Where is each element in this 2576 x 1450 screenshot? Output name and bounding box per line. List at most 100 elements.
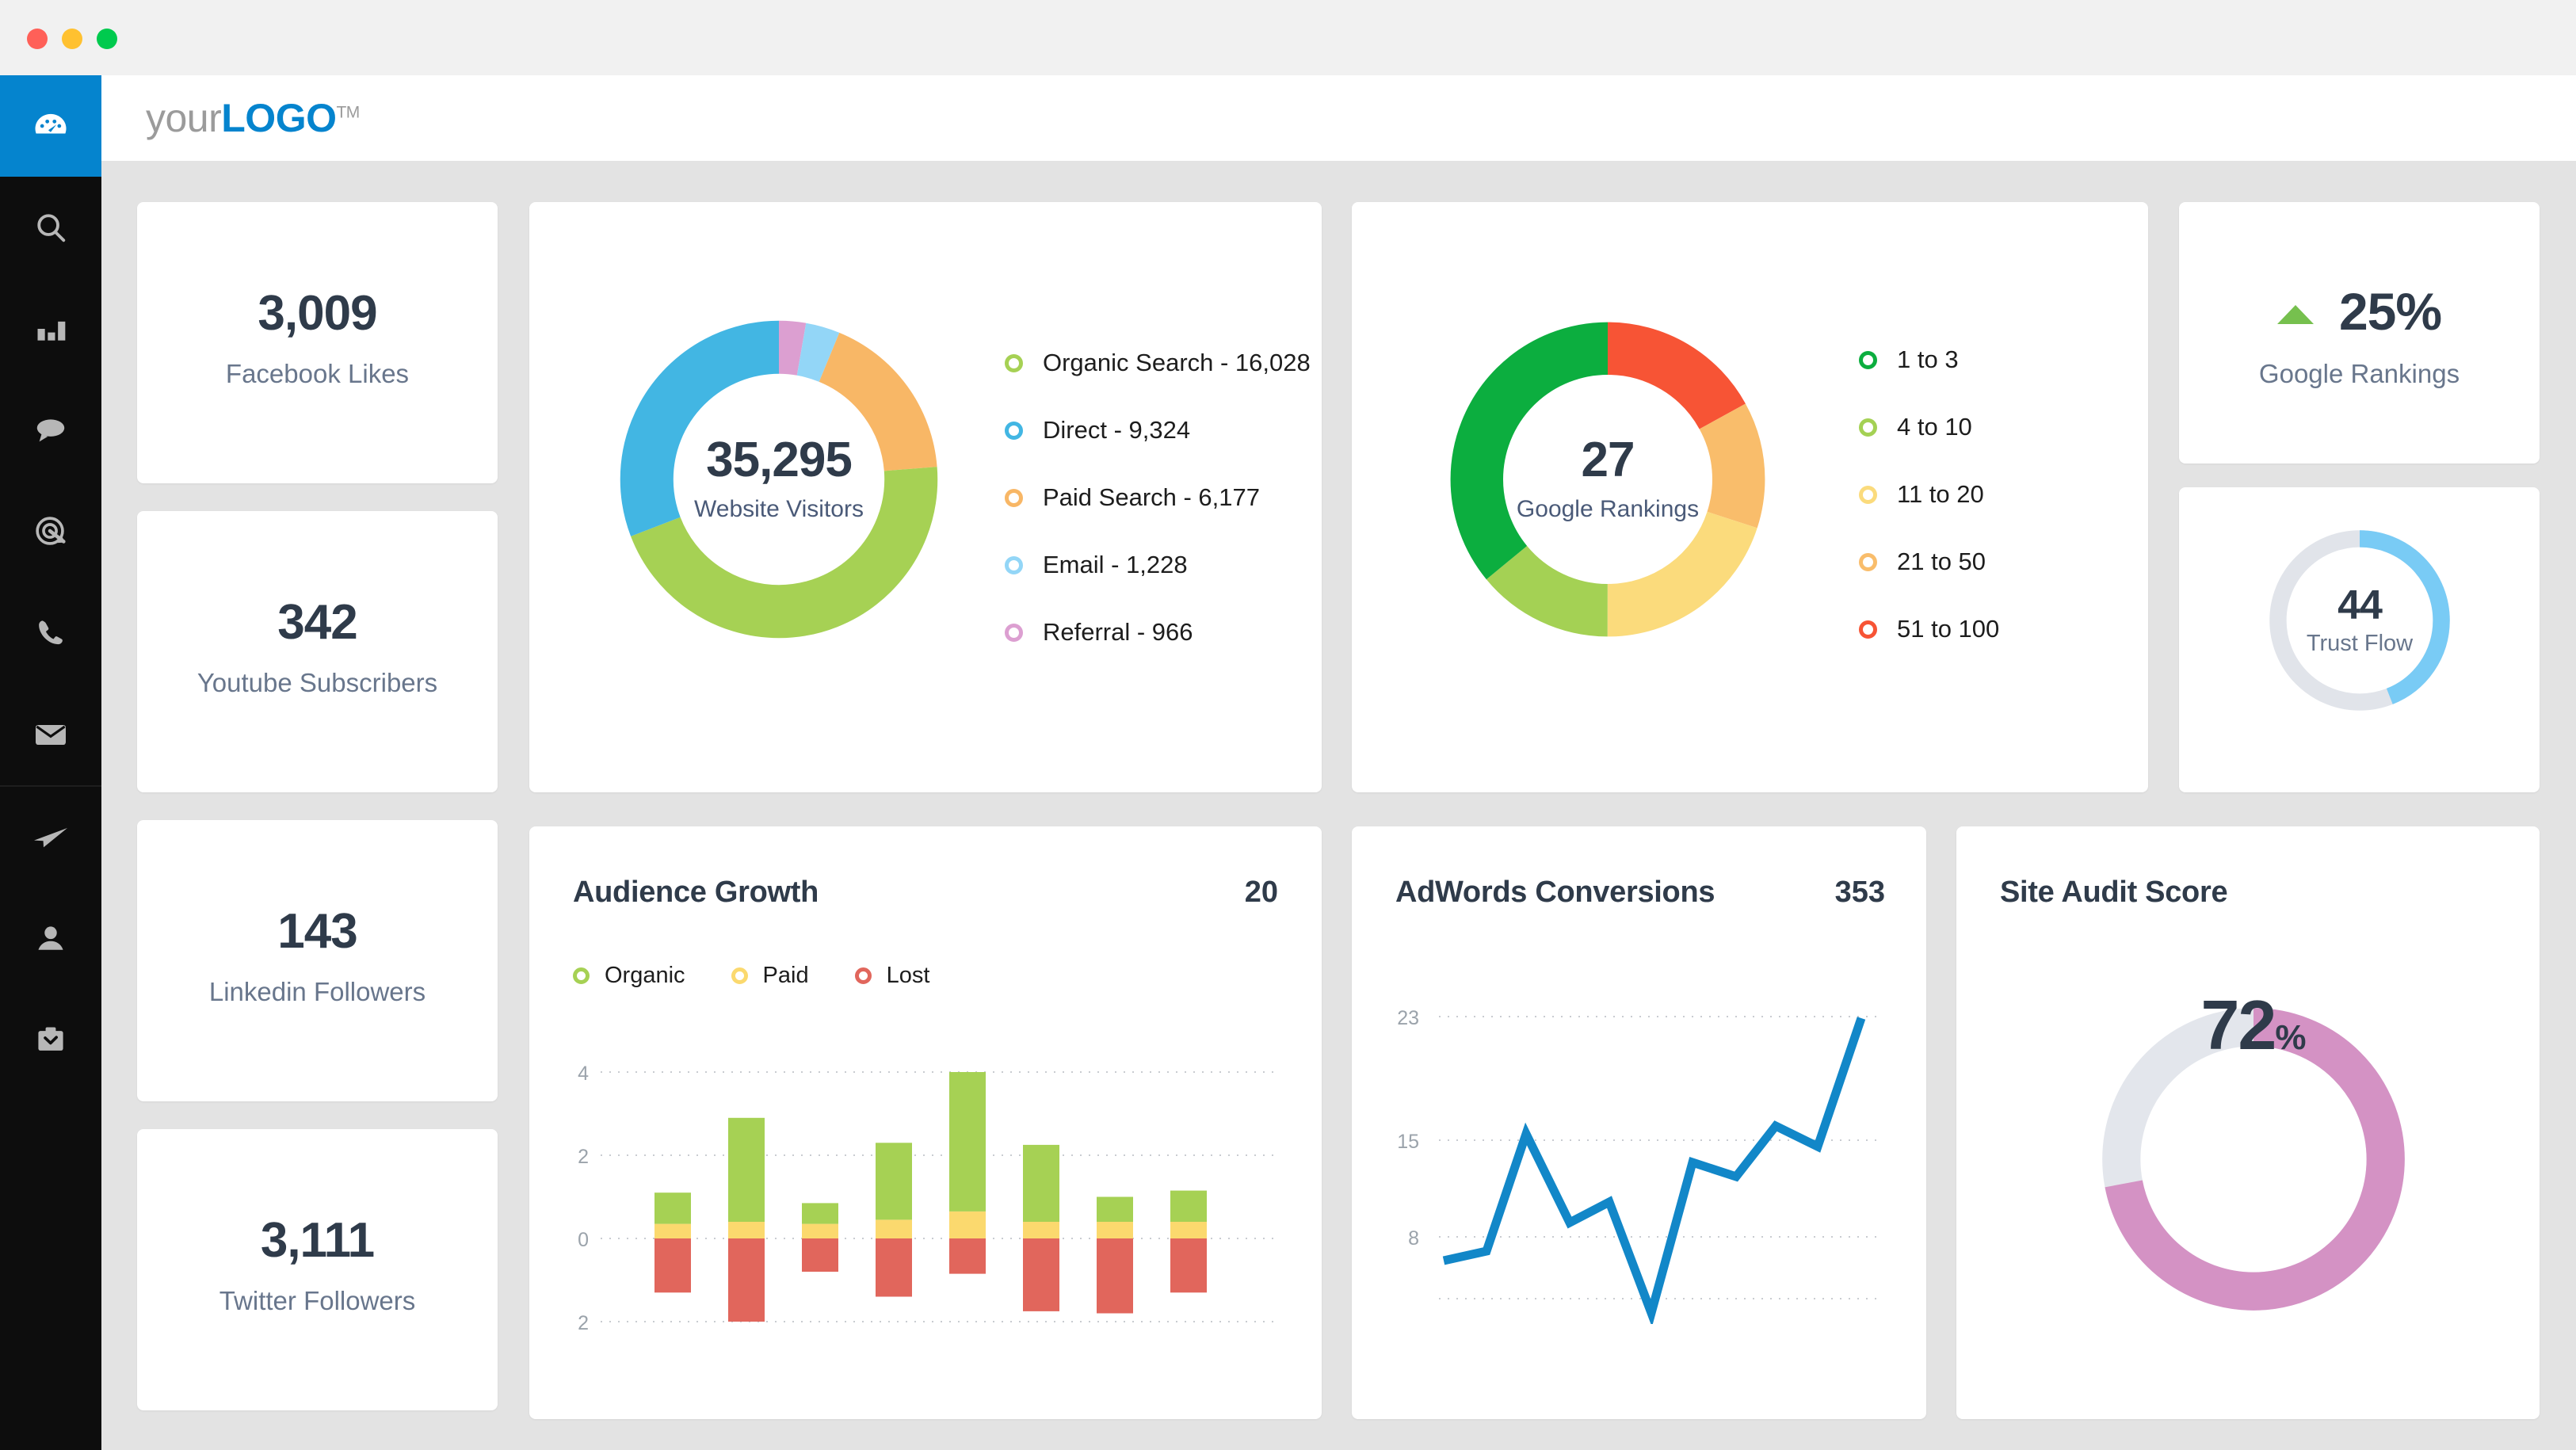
y-axis-tick-8: 8 [1408,1227,1419,1250]
legend-dot-icon [1859,485,1877,504]
gauge-sublabel: Trust Flow [2306,630,2414,656]
legend-item-organic-search[interactable]: Organic Search - 16,028 [1005,346,1311,380]
y-axis-tick-0: 0 [578,1229,589,1251]
stat-card-facebook[interactable]: 3,009 Facebook Likes [137,202,498,483]
legend-label: 4 to 10 [1897,413,1972,441]
kpi-label: Google Rankings [2258,359,2460,388]
legend-dot-icon [1859,552,1877,571]
adwords-conversions-plot [1439,1016,1883,1324]
legend-label: 11 to 20 [1897,480,1984,508]
sidebar-item-dashboard[interactable] [0,75,101,177]
stat-card-twitter[interactable]: 3,111 Twitter Followers [137,1129,498,1410]
stat-card-linkedin[interactable]: 143 Linkedin Followers [137,820,498,1101]
gauge-value: 44 [2337,582,2383,628]
sidebar-item-calls[interactable] [0,582,101,684]
y-axis-tick-4: 4 [578,1063,589,1085]
site-audit-score-card[interactable]: Site Audit Score 72 % [1956,826,2540,1419]
sidebar-item-search[interactable] [0,177,101,278]
legend-label: 1 to 3 [1897,345,1959,373]
adwords-conversions-header: AdWords Conversions 353 [1395,876,1885,910]
legend-label: Email - 1,228 [1043,551,1188,578]
sidebar-item-profile[interactable] [0,888,101,990]
legend-dot-icon [573,967,590,984]
logo-trademark: TM [336,103,360,122]
dashboard-content: 3,009 Facebook Likes 342 Youtube Subscri… [101,161,2576,1450]
sidebar-nav [0,75,101,1450]
site-audit-donut: 72 % [2079,985,2428,1334]
gauge-center-label: 44 Trust Flow [2252,513,2467,728]
zoom-window-button[interactable] [97,29,117,49]
window-traffic-lights [27,29,117,49]
brand-logo[interactable]: yourLOGOTM [146,95,360,141]
sidebar-item-tasks[interactable] [0,990,101,1091]
legend-item-21-to-50[interactable]: 21 to 50 [1859,545,1999,578]
site-audit-header: Site Audit Score [2000,876,2228,910]
clipboard-check-icon [33,1023,68,1058]
card-title: AdWords Conversions [1395,876,1715,909]
trust-flow-card[interactable]: 44 Trust Flow [2179,487,2540,792]
sidebar-item-email[interactable] [0,684,101,785]
legend-label: Organic [605,963,685,988]
legend-item-4-to-10[interactable]: 4 to 10 [1859,410,1999,444]
stat-card-youtube[interactable]: 342 Youtube Subscribers [137,511,498,792]
stat-label: Linkedin Followers [208,977,426,1006]
sidebar-item-send[interactable] [0,787,101,888]
y-axis-tick-15: 15 [1397,1131,1419,1153]
sidebar-item-messages[interactable] [0,380,101,481]
legend-item-11-to-20[interactable]: 11 to 20 [1859,478,1999,511]
google-rankings-kpi-card[interactable]: 25% Google Rankings [2179,202,2540,464]
stat-label: Youtube Subscribers [197,668,438,697]
logo-prefix: your [146,96,222,140]
trust-flow-gauge: 44 Trust Flow [2252,513,2467,728]
search-icon [32,209,69,246]
donut-center-value: 27 [1581,433,1635,487]
card-title: Site Audit Score [2000,876,2228,909]
card-header-value: 353 [1834,876,1885,909]
legend-item-1-to-3[interactable]: 1 to 3 [1859,343,1999,376]
sidebar-item-goals[interactable] [0,481,101,582]
target-icon [32,513,69,550]
legend-label: Direct - 9,324 [1043,416,1191,444]
sidebar-item-analytics[interactable] [0,278,101,380]
app-header: yourLOGOTM [101,75,2576,161]
google-rankings-card[interactable]: 27 Google Rankings 1 to 3 4 to 10 11 to … [1352,202,2148,792]
stat-label: Twitter Followers [219,1286,416,1315]
donut-center-sublabel: Google Rankings [1516,496,1700,522]
minimize-window-button[interactable] [62,29,82,49]
kpi-value-row: 25% [2179,281,2540,342]
stat-label: Facebook Likes [225,359,410,388]
legend-item-51-to-100[interactable]: 51 to 100 [1859,612,1999,646]
legend-dot-icon [1005,488,1023,507]
legend-dot-icon [1859,418,1877,437]
paper-plane-icon [32,818,70,857]
close-window-button[interactable] [27,29,48,49]
audience-growth-card[interactable]: Audience Growth 20 Organic Paid Lost 4 2… [529,826,1322,1419]
legend-label: 51 to 100 [1897,615,2000,643]
legend-item-lost[interactable]: Lost [854,963,930,989]
website-visitors-card[interactable]: 35,295 Website Visitors Organic Search -… [529,202,1322,792]
legend-item-paid-search[interactable]: Paid Search - 6,177 [1005,481,1311,514]
legend-item-email[interactable]: Email - 1,228 [1005,548,1311,582]
dashboard-gauge-icon [30,105,71,147]
legend-item-direct[interactable]: Direct - 9,324 [1005,414,1311,447]
donut-center-label: 27 Google Rankings [1435,307,1780,652]
legend-item-referral[interactable]: Referral - 966 [1005,616,1311,649]
website-visitors-donut: 35,295 Website Visitors [605,305,953,654]
legend-label: Paid [762,963,809,988]
kpi-value: 25% [2338,282,2442,341]
card-title: Audience Growth [573,876,819,909]
legend-item-organic[interactable]: Organic [573,963,685,989]
adwords-conversions-card[interactable]: AdWords Conversions 353 23 15 8 [1352,826,1926,1419]
donut-center-label: 35,295 Website Visitors [605,305,953,654]
legend-label: Organic Search - 16,028 [1043,349,1311,376]
trend-up-icon [2276,305,2314,324]
donut-center-sublabel: Website Visitors [694,496,864,522]
audience-growth-header: Audience Growth 20 [573,876,1278,910]
legend-label: Lost [886,963,930,988]
legend-item-paid[interactable]: Paid [731,963,809,989]
legend-dot-icon [731,967,748,984]
user-icon [33,922,68,956]
google-rankings-donut: 27 Google Rankings [1435,307,1780,652]
donut-center-label: 72 % [2079,985,2428,1334]
legend-dot-icon [854,967,872,984]
